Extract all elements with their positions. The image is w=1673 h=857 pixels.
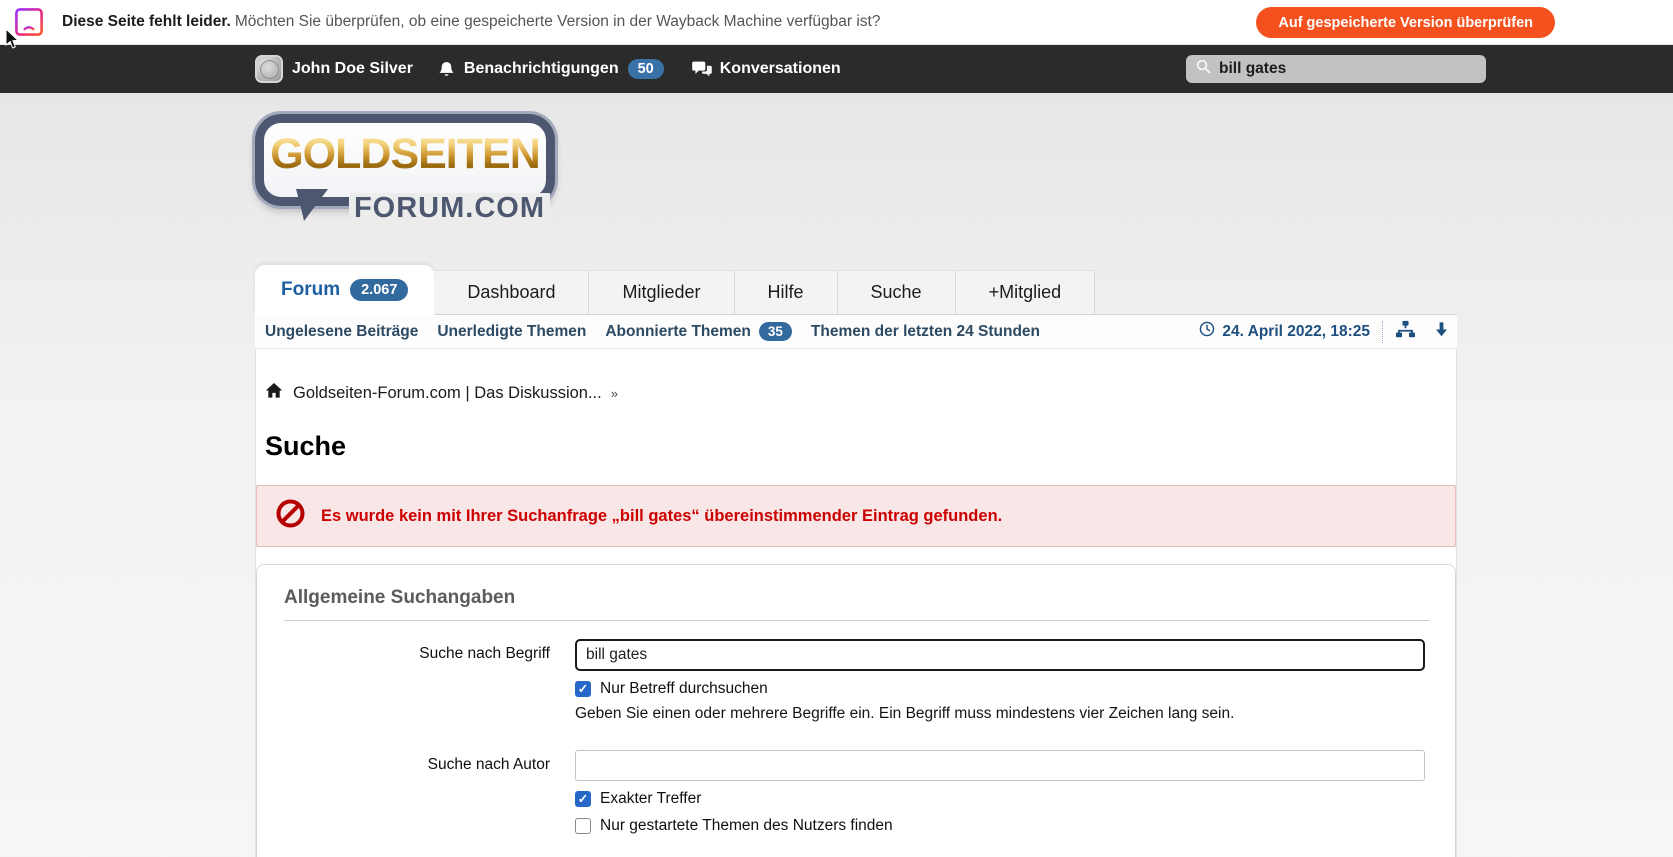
bell-icon [437,60,456,79]
link-abonnierte-themen[interactable]: Abonnierte Themen 35 [605,322,792,341]
search-form-panel: Allgemeine Suchangaben Suche nach Begrif… [256,564,1456,857]
chat-icon [691,60,712,78]
form-row-term: Suche nach Begriff Nur Betreff durchsuch… [257,639,1455,723]
breadcrumb-expand[interactable]: » [611,386,618,401]
form-row-author: Suche nach Autor Exakter Treffer Nur ges… [257,750,1455,835]
search-icon [1195,58,1212,80]
banner-title: Diese Seite fehlt leider. [62,13,231,30]
main-tabs: Forum 2.067 Dashboard Mitglieder Hilfe S… [255,265,1457,315]
link-unerledigte-themen[interactable]: Unerledigte Themen [437,323,586,341]
exact-match-label: Exakter Treffer [600,790,702,807]
wayback-banner: Diese Seite fehlt leider. Möchten Sie übe… [0,0,1673,45]
jump-to-bottom-icon[interactable] [1432,320,1451,344]
banner-message: Diese Seite fehlt leider. Möchten Sie übe… [62,13,881,31]
link-themen-24-stunden[interactable]: Themen der letzten 24 Stunden [811,323,1040,341]
section-title: Allgemeine Suchangaben [284,587,516,608]
tab-mitglieder[interactable]: Mitglieder [589,270,735,314]
sitemap-icon[interactable] [1395,320,1416,344]
subject-only-row: Nur Betreff durchsuchen [575,680,1425,698]
clock-icon [1199,321,1215,342]
error-message-box: Es wurde kein mit Ihrer Suchanfrage „bil… [256,485,1456,547]
divider [284,620,1430,621]
forum-count-badge: 2.067 [350,279,409,301]
error-icon [275,498,306,534]
subject-only-checkbox[interactable] [575,681,591,697]
subject-only-label: Nur Betreff durchsuchen [600,680,768,697]
page-title: Suche [265,431,347,461]
link-ungelesene-beitraege[interactable]: Ungelesene Beiträge [265,323,418,341]
error-message: Es wurde kein mit Ihrer Suchanfrage „bil… [321,506,1003,525]
exact-match-checkbox[interactable] [575,791,591,807]
abonnierte-themen-badge: 35 [758,322,792,341]
search-input[interactable] [1219,60,1477,78]
user-bar: John Doe Silver Benachrichtigungen 50 Ko… [0,45,1673,93]
term-help-text: Geben Sie einen oder mehrere Begriffe ei… [575,705,1235,722]
site-logo[interactable]: GOLDSEITEN FORUM.COM [255,93,1457,265]
notifications-badge: 50 [627,59,664,79]
avatar[interactable] [255,55,283,83]
home-icon[interactable] [265,382,283,404]
breadcrumb-link[interactable]: Goldseiten-Forum.com | Das Diskussion... [293,384,602,403]
tab-suche[interactable]: Suche [837,270,956,314]
divider [1382,320,1383,343]
started-topics-label: Nur gestartete Themen des Nutzers finden [600,817,893,834]
tab-mitglied-werden[interactable]: +Mitglied [955,270,1096,314]
tab-hilfe[interactable]: Hilfe [734,270,838,314]
started-topics-checkbox[interactable] [575,818,591,834]
page-content: Goldseiten-Forum.com | Das Diskussion...… [255,349,1457,857]
search-term-input[interactable] [575,639,1425,671]
tab-forum[interactable]: Forum 2.067 [255,265,435,315]
sub-navigation: Ungelesene Beiträge Unerledigte Themen A… [255,315,1457,349]
header-search [1186,55,1486,83]
search-author-input[interactable] [575,750,1425,781]
content-column: GOLDSEITEN FORUM.COM Forum 2.067 Dashboa… [255,93,1457,857]
check-saved-version-button[interactable]: Auf gespeicherte Version überprüfen [1256,7,1555,38]
exact-match-row: Exakter Treffer [575,790,1425,808]
logo-bubble-tail [294,189,334,228]
started-topics-row: Nur gestartete Themen des Nutzers finden [575,817,1425,835]
current-datetime: 24. April 2022, 18:25 [1222,322,1370,340]
username[interactable]: John Doe Silver [292,60,413,78]
banner-subtitle: Möchten Sie überprüfen, ob eine gespeich… [234,13,881,30]
logo-line1: GOLDSEITEN [270,129,541,178]
logo-speech-bubble: GOLDSEITEN FORUM.COM [255,114,555,225]
notifications-link[interactable]: Benachrichtigungen [464,60,619,78]
author-label: Suche nach Autor [427,756,550,773]
term-label: Suche nach Begriff [419,645,550,662]
breadcrumb: Goldseiten-Forum.com | Das Diskussion...… [265,382,1456,404]
conversations-link[interactable]: Konversationen [720,60,841,78]
tab-dashboard[interactable]: Dashboard [434,270,590,314]
logo-line2: FORUM.COM [348,192,550,225]
mouse-cursor [5,27,20,55]
